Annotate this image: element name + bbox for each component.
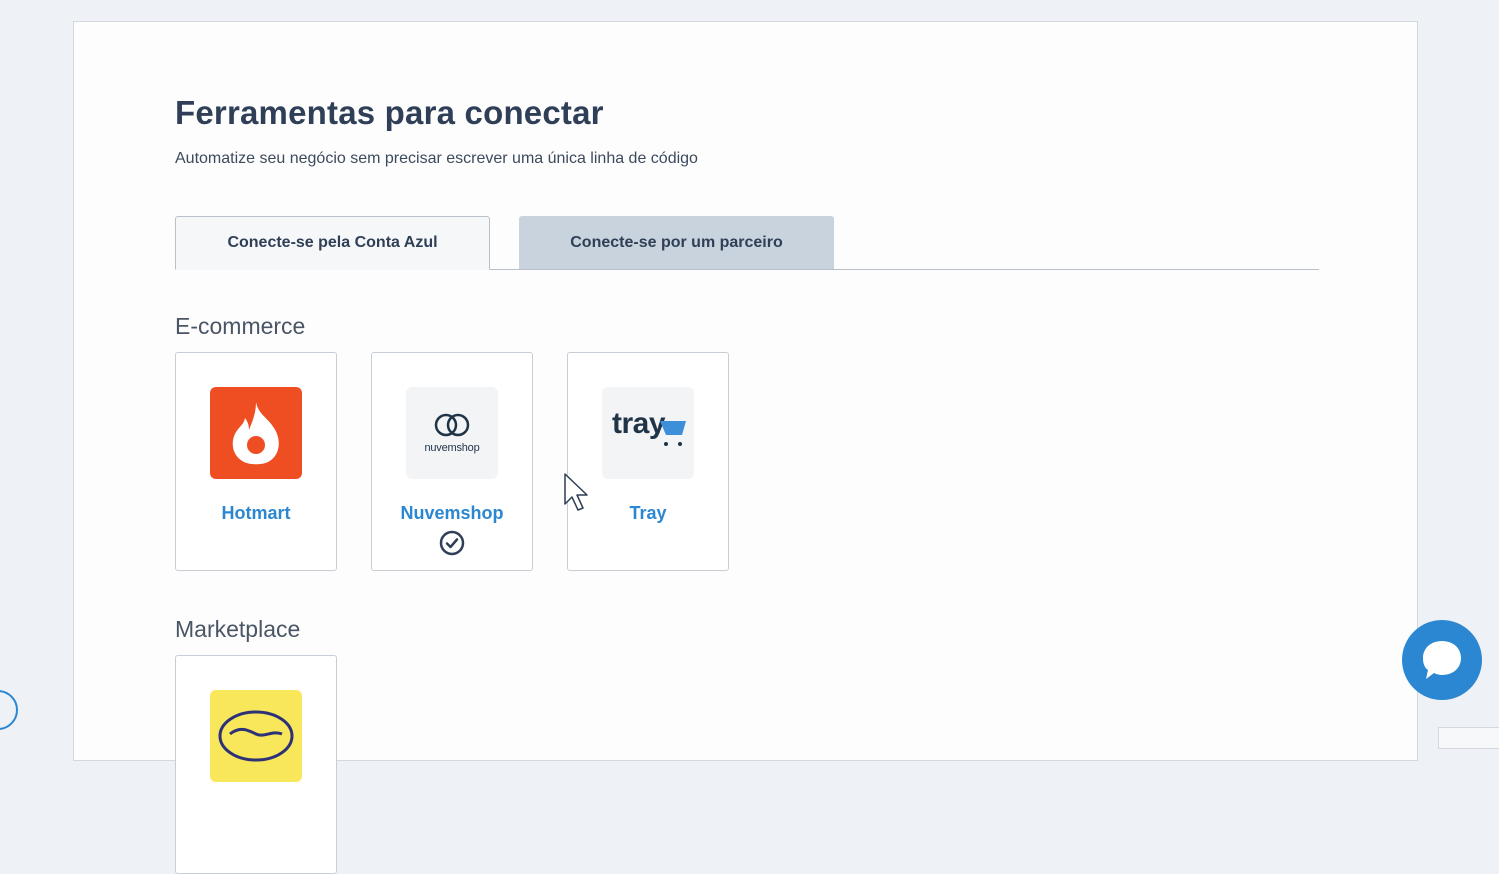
page-subtitle: Automatize seu negócio sem precisar escr… [175,150,698,167]
nuvemshop-logo-text: nuvemshop [424,442,480,454]
integrations-panel: Ferramentas para conectar Automatize seu… [73,21,1418,874]
section-title-ecommerce: E-commerce [175,313,306,339]
integration-card-nuvemshop[interactable]: nuvemshop Nuvemshop [371,352,533,571]
tab-parceiro[interactable]: Conecte-se por um parceiro [519,216,834,269]
tab-bar: Conecte-se pela Conta Azul Conecte-se po… [175,216,1319,270]
chat-icon [1423,641,1461,679]
card-label-hotmart: Hotmart [221,503,291,523]
hotmart-logo [210,387,302,479]
side-widget-button[interactable] [0,690,18,730]
integration-card-tray[interactable]: tray Tray [567,352,729,571]
tab-conta-azul[interactable]: Conecte-se pela Conta Azul [175,216,490,270]
integration-card-mercado-livre[interactable] [175,655,337,874]
mercado-livre-logo [210,690,302,782]
section-title-marketplace: Marketplace [175,616,301,642]
tray-logo: tray [602,387,694,479]
card-label-nuvemshop: Nuvemshop [400,503,504,523]
corner-widget [1438,727,1499,749]
chat-button[interactable] [1402,620,1482,700]
integration-card-hotmart[interactable]: Hotmart [175,352,337,571]
check-circle-icon [439,530,465,556]
page-title: Ferramentas para conectar [175,94,604,131]
nuvemshop-logo: nuvemshop [406,387,498,479]
mouse-cursor-icon [564,473,588,511]
